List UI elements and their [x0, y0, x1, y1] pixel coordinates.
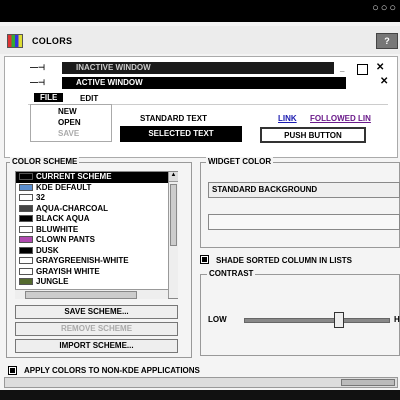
followed-link-text[interactable]: FOLLOWED LIN — [310, 114, 371, 123]
colors-app-icon — [7, 34, 23, 48]
color-scheme-label: COLOR SCHEME — [10, 157, 80, 166]
scheme-color-swatch — [19, 183, 33, 191]
pin-icon: —⊣ — [30, 63, 45, 72]
scheme-color-swatch — [19, 246, 33, 254]
scheme-name: BLACK AQUA — [36, 214, 90, 223]
scheme-list-item[interactable]: JUNGLE — [16, 277, 177, 288]
standard-text: STANDARD TEXT — [140, 114, 207, 123]
scheme-color-swatch — [19, 194, 33, 202]
scheme-name: BLUWHITE — [36, 224, 79, 234]
apply-non-kde-checkbox[interactable] — [8, 366, 17, 375]
scheme-color-swatch — [19, 173, 33, 181]
scheme-name: KDE DEFAULT — [36, 182, 92, 192]
shade-sorted-label: SHADE SORTED COLUMN IN LISTS — [216, 256, 353, 265]
scheme-list-item[interactable]: CURRENT SCHEME — [16, 172, 177, 183]
scheme-color-swatch — [19, 236, 33, 244]
scheme-list-item[interactable]: AQUA-CHARCOAL — [16, 204, 177, 215]
widget-select[interactable]: STANDARD BACKGROUND — [208, 182, 400, 198]
link-text[interactable]: LINK — [278, 114, 297, 123]
scheme-list-item[interactable]: GRAYGREENISH-WHITE — [16, 256, 177, 267]
scheme-color-swatch — [19, 215, 33, 223]
scheme-list-item[interactable]: BLACK AQUA — [16, 214, 177, 225]
menu-item-new[interactable]: NEW — [58, 107, 77, 116]
close-icon: ✕ — [380, 76, 389, 87]
scheme-list[interactable]: CURRENT SCHEME KDE DEFAULT 32 AQUA-CHARCOAL… — [15, 171, 178, 299]
import-scheme-button[interactable]: IMPORT SCHEME... — [15, 339, 178, 353]
scheme-name: DUSK — [36, 245, 59, 255]
maximize-icon — [357, 64, 368, 75]
push-button-preview[interactable]: PUSH BUTTON — [260, 127, 366, 143]
scheme-name: GRAYISH WHITE — [36, 266, 100, 276]
contrast-group — [200, 274, 400, 356]
menu-item-save[interactable]: SAVE — [58, 129, 79, 138]
widget-color-label: WIDGET COLOR — [206, 157, 274, 166]
scroll-thumb[interactable] — [341, 379, 395, 386]
scheme-color-swatch — [19, 204, 33, 212]
window-controls-dots[interactable]: ○○○ — [372, 2, 398, 14]
contrast-slider-track[interactable] — [244, 318, 390, 323]
dialog-bottom-buttons — [0, 390, 400, 400]
scheme-name: CURRENT SCHEME — [36, 172, 112, 181]
scheme-list-item[interactable]: BLUWHITE — [16, 225, 177, 236]
widget-color-button[interactable] — [208, 214, 400, 230]
scheme-list-item[interactable]: GRAYISH WHITE — [16, 267, 177, 278]
scheme-name: AQUA-CHARCOAL — [36, 203, 108, 213]
inactive-window-titlebar: INACTIVE WINDOW — [62, 62, 334, 74]
scheme-list-hscrollbar[interactable] — [15, 289, 168, 299]
selected-text: SELECTED TEXT — [120, 126, 242, 142]
scheme-color-swatch — [19, 257, 33, 265]
dialog-title: COLORS — [32, 36, 73, 46]
menu-edit[interactable]: EDIT — [80, 94, 98, 103]
active-window-titlebar: ACTIVE WINDOW — [62, 77, 346, 89]
minimize-icon: _ — [340, 64, 345, 73]
close-icon: ✕ — [376, 62, 385, 73]
scheme-list-item[interactable]: DUSK — [16, 246, 177, 257]
apply-non-kde-label: APPLY COLORS TO NON-KDE APPLICATIONS — [24, 366, 200, 375]
scheme-list-item[interactable]: CLOWN PANTS — [16, 235, 177, 246]
pin-icon: —⊣ — [30, 78, 45, 87]
remove-scheme-button[interactable]: REMOVE SCHEME — [15, 322, 178, 336]
contrast-low-label: LOW — [208, 315, 227, 324]
scheme-list-item[interactable]: KDE DEFAULT — [16, 183, 177, 194]
scroll-thumb[interactable] — [170, 184, 177, 246]
menu-file[interactable]: FILE — [34, 93, 64, 102]
scheme-color-swatch — [19, 225, 33, 233]
contrast-label: CONTRAST — [207, 269, 256, 278]
save-scheme-button[interactable]: SAVE SCHEME... — [15, 305, 178, 319]
contrast-high-label: H — [394, 315, 400, 324]
bottom-hscrollbar[interactable] — [4, 377, 398, 388]
scroll-thumb[interactable] — [25, 291, 137, 299]
scheme-name: 32 — [36, 193, 45, 202]
menu-item-open[interactable]: OPEN — [58, 118, 81, 127]
scheme-list-vscrollbar[interactable]: ▲ — [168, 172, 178, 298]
scheme-color-swatch — [19, 267, 33, 275]
contrast-slider-handle[interactable] — [333, 312, 344, 328]
shade-sorted-checkbox[interactable] — [200, 255, 209, 264]
scheme-name: CLOWN PANTS — [36, 235, 95, 244]
help-button[interactable]: ? — [376, 33, 398, 49]
scheme-list-item[interactable]: 32 — [16, 193, 177, 204]
scheme-name: JUNGLE — [36, 277, 69, 286]
scroll-up-arrow[interactable]: ▲ — [169, 172, 178, 182]
widget-color-group — [200, 162, 400, 248]
scheme-name: GRAYGREENISH-WHITE — [36, 256, 129, 265]
scheme-color-swatch — [19, 278, 33, 286]
